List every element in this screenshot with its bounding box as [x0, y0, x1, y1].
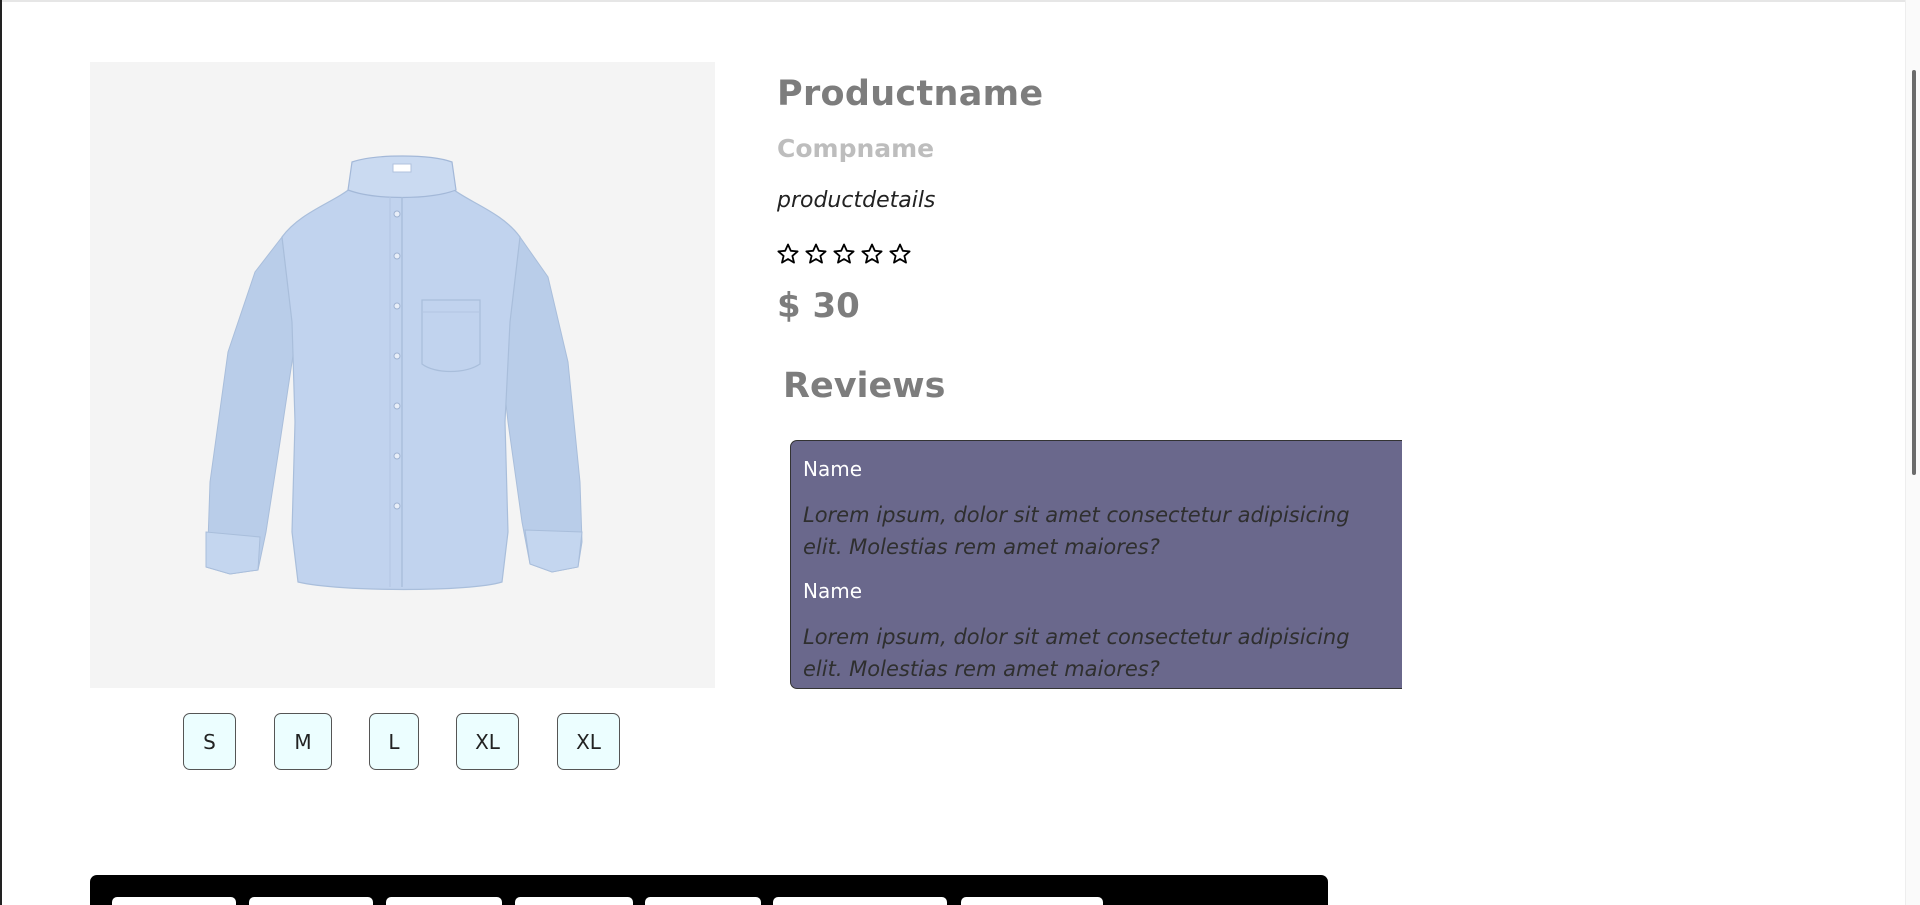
star-icon[interactable]	[776, 242, 800, 266]
review-item: Name Lorem ipsum, dolor sit amet consect…	[791, 563, 1402, 685]
reviews-list[interactable]: Name Lorem ipsum, dolor sit amet consect…	[790, 440, 1402, 689]
window-left-edge	[0, 0, 2, 905]
bottom-tab[interactable]	[645, 897, 761, 905]
reviews-heading: Reviews	[783, 366, 946, 406]
star-icon[interactable]	[888, 242, 912, 266]
review-author: Name	[803, 579, 863, 603]
size-button-xl[interactable]: XL	[456, 713, 519, 770]
top-divider	[0, 0, 1920, 2]
shirt-image-icon	[205, 155, 583, 591]
bottom-tab[interactable]	[773, 897, 947, 905]
bottom-section	[90, 875, 1328, 905]
company-name: Compname	[777, 134, 935, 163]
review-item: Name Lorem ipsum, dolor sit amet consect…	[791, 441, 1402, 563]
product-name: Productname	[777, 74, 1044, 114]
bottom-tab[interactable]	[515, 897, 633, 905]
product-page: S M L XL XL Productname Compname product…	[0, 0, 1920, 905]
size-button-s[interactable]: S	[183, 713, 236, 770]
product-price: $ 30	[777, 286, 860, 326]
scrollbar-thumb[interactable]	[1912, 70, 1916, 475]
star-icon[interactable]	[804, 242, 828, 266]
star-icon[interactable]	[832, 242, 856, 266]
size-button-xl-2[interactable]: XL	[557, 713, 620, 770]
product-details: productdetails	[777, 188, 936, 213]
bottom-tab[interactable]	[112, 897, 236, 905]
size-button-m[interactable]: M	[274, 713, 332, 770]
star-rating	[776, 242, 912, 270]
bottom-tab[interactable]	[961, 897, 1103, 905]
review-text: Lorem ipsum, dolor sit amet consectetur …	[803, 503, 1350, 559]
review-text: Lorem ipsum, dolor sit amet consectetur …	[803, 625, 1350, 681]
bottom-tab[interactable]	[386, 897, 502, 905]
star-icon[interactable]	[860, 242, 884, 266]
bottom-tab[interactable]	[249, 897, 373, 905]
size-button-l[interactable]: L	[369, 713, 419, 770]
product-image	[90, 62, 715, 688]
review-author: Name	[803, 457, 863, 481]
